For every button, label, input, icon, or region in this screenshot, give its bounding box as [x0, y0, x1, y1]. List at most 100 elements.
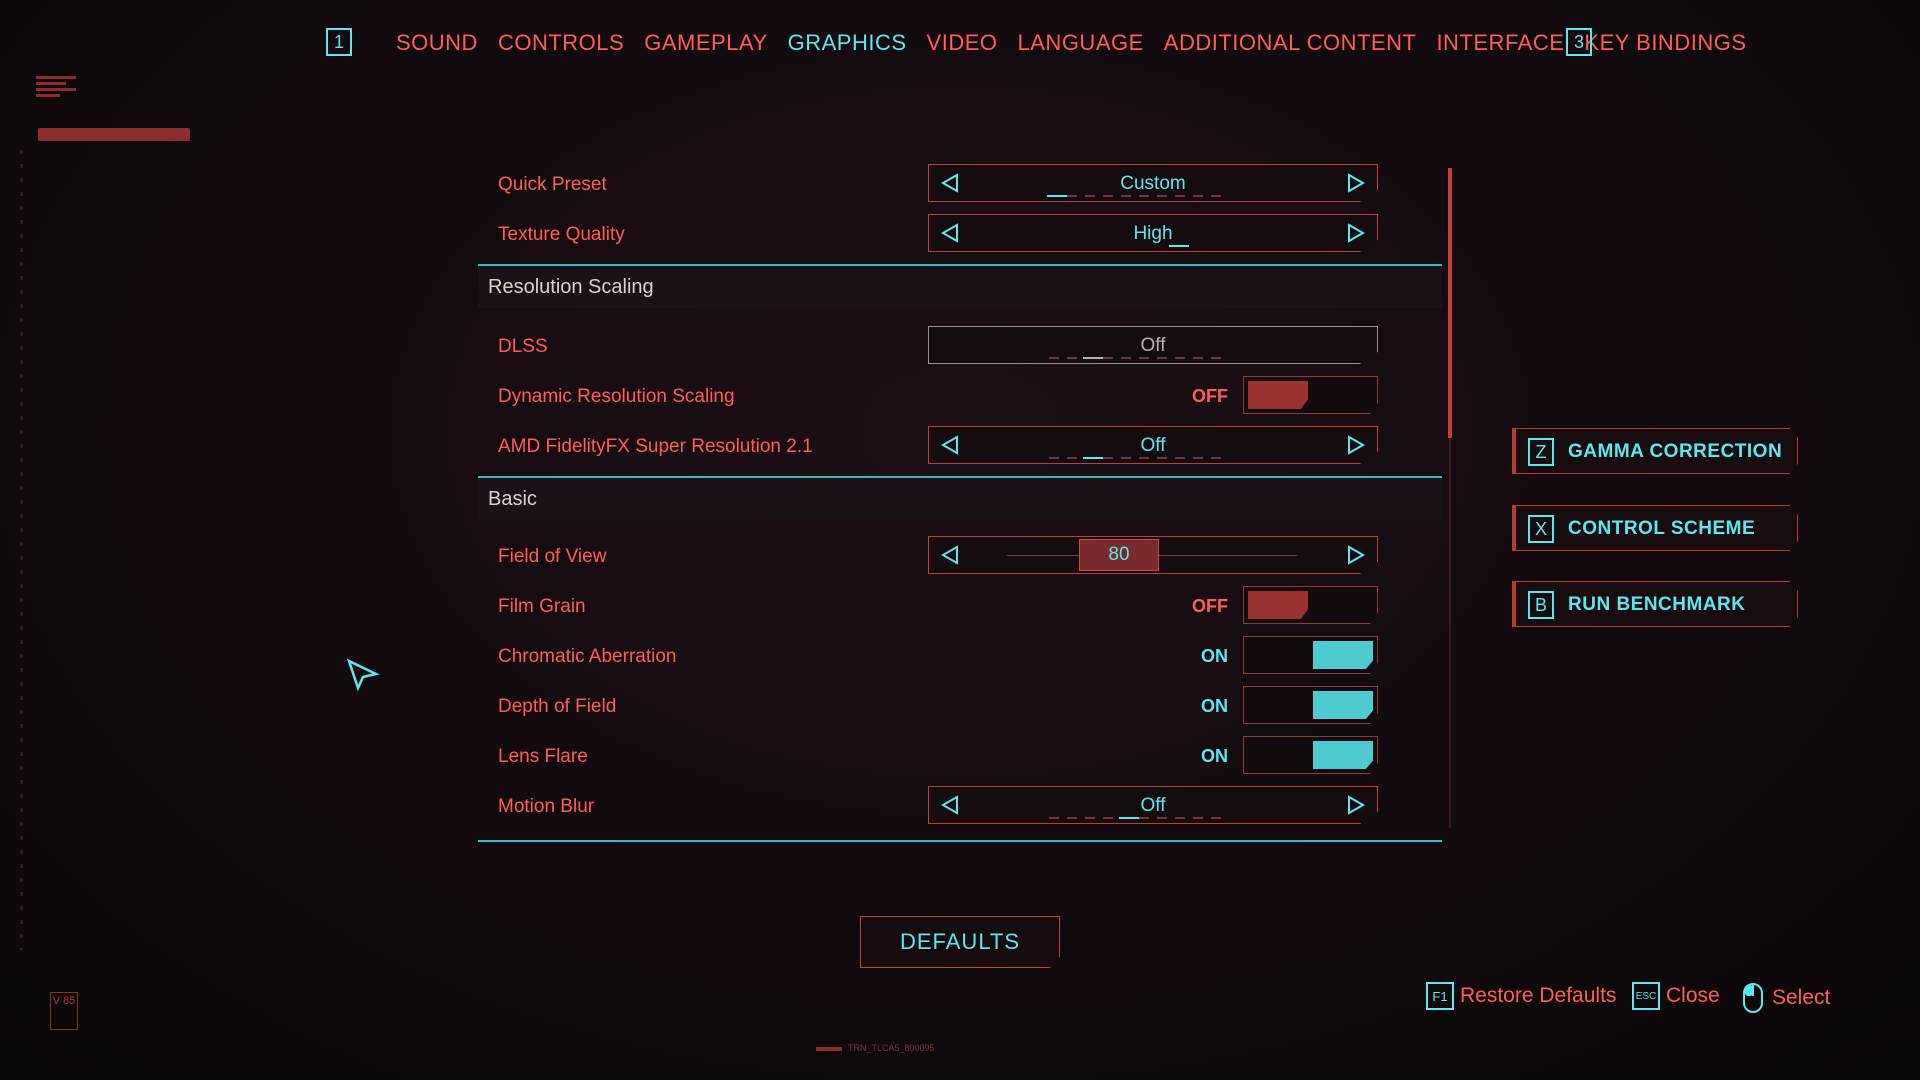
- setting-label: Depth of Field: [498, 696, 617, 717]
- option-indicator-active: [1083, 357, 1103, 359]
- option-indicator: [1049, 457, 1227, 459]
- graphics-settings-panel: Quick Preset Custom Texture Quality High…: [478, 160, 1442, 860]
- pointer-cursor-icon: [346, 658, 380, 692]
- field-of-view-slider[interactable]: 80: [928, 536, 1378, 574]
- nav-prev-key[interactable]: 1: [326, 28, 352, 56]
- setting-label: Quick Preset: [498, 174, 607, 195]
- tab-graphics[interactable]: GRAPHICS: [788, 30, 907, 56]
- key-hint: X: [1528, 515, 1554, 543]
- triangle-right-icon[interactable]: [1345, 544, 1367, 566]
- esc-key-icon: ESC: [1632, 982, 1660, 1010]
- version-badge: V 85: [50, 992, 78, 1030]
- lens-flare-toggle[interactable]: [1243, 736, 1378, 774]
- toggle-knob: [1313, 691, 1373, 719]
- toggle-knob: [1248, 381, 1308, 409]
- close-hint[interactable]: ESC Close: [1632, 982, 1720, 1010]
- triangle-right-icon[interactable]: [1345, 794, 1367, 816]
- setting-row-texture-quality: Texture Quality High: [478, 212, 1442, 258]
- triangle-left-icon[interactable]: [939, 544, 961, 566]
- gamma-correction-button[interactable]: Z GAMMA CORRECTION: [1512, 428, 1798, 474]
- nav-next-key[interactable]: 3: [1566, 28, 1592, 56]
- motion-blur-selector[interactable]: Off: [928, 786, 1378, 824]
- option-indicator-active: [1083, 457, 1103, 459]
- section-title: Basic: [488, 488, 537, 510]
- tab-gameplay[interactable]: GAMEPLAY: [644, 30, 767, 56]
- setting-label: AMD FidelityFX Super Resolution 2.1: [498, 436, 813, 457]
- texture-quality-value: High: [1133, 223, 1173, 244]
- build-tag-text: TRN_TLCA5_800095: [848, 1043, 935, 1053]
- decorative-red-bar: [38, 128, 190, 141]
- setting-row-amd-fsr: AMD FidelityFX Super Resolution 2.1 Off: [478, 424, 1442, 470]
- protocol-logo-icon: [36, 76, 76, 97]
- mouse-icon: [1743, 983, 1763, 1013]
- option-indicator: [1049, 357, 1227, 359]
- section-header-basic: Basic: [478, 478, 1442, 520]
- setting-row-depth-of-field: Depth of Field ON: [478, 684, 1442, 730]
- setting-row-lens-flare: Lens Flare ON: [478, 734, 1442, 780]
- setting-row-film-grain: Film Grain OFF: [478, 584, 1442, 630]
- setting-label: Lens Flare: [498, 746, 588, 767]
- option-indicator: [1049, 195, 1227, 197]
- button-label: CONTROL SCHEME: [1568, 518, 1756, 539]
- control-scheme-button[interactable]: X CONTROL SCHEME: [1512, 505, 1798, 551]
- tab-controls[interactable]: CONTROLS: [498, 30, 624, 56]
- key-hint: B: [1528, 591, 1554, 619]
- setting-label: DLSS: [498, 336, 548, 357]
- tab-key-bindings[interactable]: KEY BINDINGS: [1584, 30, 1746, 56]
- toggle-knob: [1313, 641, 1373, 669]
- setting-label: Dynamic Resolution Scaling: [498, 386, 735, 407]
- slider-thumb[interactable]: 80: [1079, 539, 1159, 571]
- decorative-dash-column: [20, 150, 23, 950]
- setting-label: Chromatic Aberration: [498, 646, 677, 667]
- toggle-knob: [1248, 591, 1308, 619]
- quick-preset-value: Custom: [1120, 173, 1186, 194]
- hint-label: Close: [1666, 984, 1720, 1007]
- setting-row-dynamic-resolution: Dynamic Resolution Scaling OFF: [478, 374, 1442, 420]
- key-hint: Z: [1528, 438, 1554, 466]
- dlss-value: Off: [1140, 335, 1166, 356]
- tab-video[interactable]: VIDEO: [927, 30, 998, 56]
- amd-fsr-value: Off: [1140, 435, 1166, 456]
- dlss-selector[interactable]: Off: [928, 326, 1378, 364]
- tab-language[interactable]: LANGUAGE: [1018, 30, 1144, 56]
- chromatic-aberration-toggle[interactable]: [1243, 636, 1378, 674]
- f1-key-icon: F1: [1426, 982, 1454, 1010]
- tab-additional-content[interactable]: ADDITIONAL CONTENT: [1164, 30, 1417, 56]
- setting-row-dlss: DLSS Off: [478, 324, 1442, 370]
- amd-fsr-selector[interactable]: Off: [928, 426, 1378, 464]
- section-title: Resolution Scaling: [488, 276, 654, 298]
- setting-row-chromatic-aberration: Chromatic Aberration ON: [478, 634, 1442, 680]
- hint-label: Restore Defaults: [1460, 984, 1617, 1007]
- film-grain-toggle[interactable]: [1243, 586, 1378, 624]
- texture-quality-selector[interactable]: High: [928, 214, 1378, 252]
- option-indicator-active: [1047, 195, 1067, 197]
- scrollbar-thumb[interactable]: [1448, 168, 1452, 438]
- toggle-state-label: OFF: [1192, 596, 1228, 616]
- quick-preset-selector[interactable]: Custom: [928, 164, 1378, 202]
- dynamic-resolution-toggle[interactable]: [1243, 376, 1378, 414]
- setting-label: Film Grain: [498, 596, 586, 617]
- hint-label: Select: [1772, 986, 1831, 1009]
- triangle-right-icon[interactable]: [1345, 434, 1367, 456]
- triangle-right-icon[interactable]: [1345, 222, 1367, 244]
- setting-label: Field of View: [498, 546, 607, 567]
- setting-row-field-of-view: Field of View 80: [478, 534, 1442, 580]
- run-benchmark-button[interactable]: B RUN BENCHMARK: [1512, 581, 1798, 627]
- motion-blur-value: Off: [1140, 795, 1166, 816]
- tab-sound[interactable]: SOUND: [396, 30, 478, 56]
- defaults-button[interactable]: DEFAULTS: [860, 916, 1060, 968]
- depth-of-field-toggle[interactable]: [1243, 686, 1378, 724]
- section-divider: [478, 840, 1442, 842]
- section-header-resolution-scaling: Resolution Scaling: [478, 266, 1442, 308]
- setting-row-quick-preset: Quick Preset Custom: [478, 162, 1442, 208]
- option-indicator-active: [1119, 817, 1139, 819]
- triangle-right-icon[interactable]: [1345, 172, 1367, 194]
- restore-defaults-hint[interactable]: F1 Restore Defaults: [1426, 982, 1616, 1010]
- setting-label: Motion Blur: [498, 796, 595, 817]
- select-hint[interactable]: Select: [1742, 982, 1830, 1014]
- toggle-state-label: ON: [1201, 696, 1228, 716]
- tab-interface[interactable]: INTERFACE: [1436, 30, 1564, 56]
- setting-row-motion-blur: Motion Blur Off: [478, 784, 1442, 830]
- toggle-knob: [1313, 741, 1373, 769]
- option-indicator-active: [1169, 245, 1189, 247]
